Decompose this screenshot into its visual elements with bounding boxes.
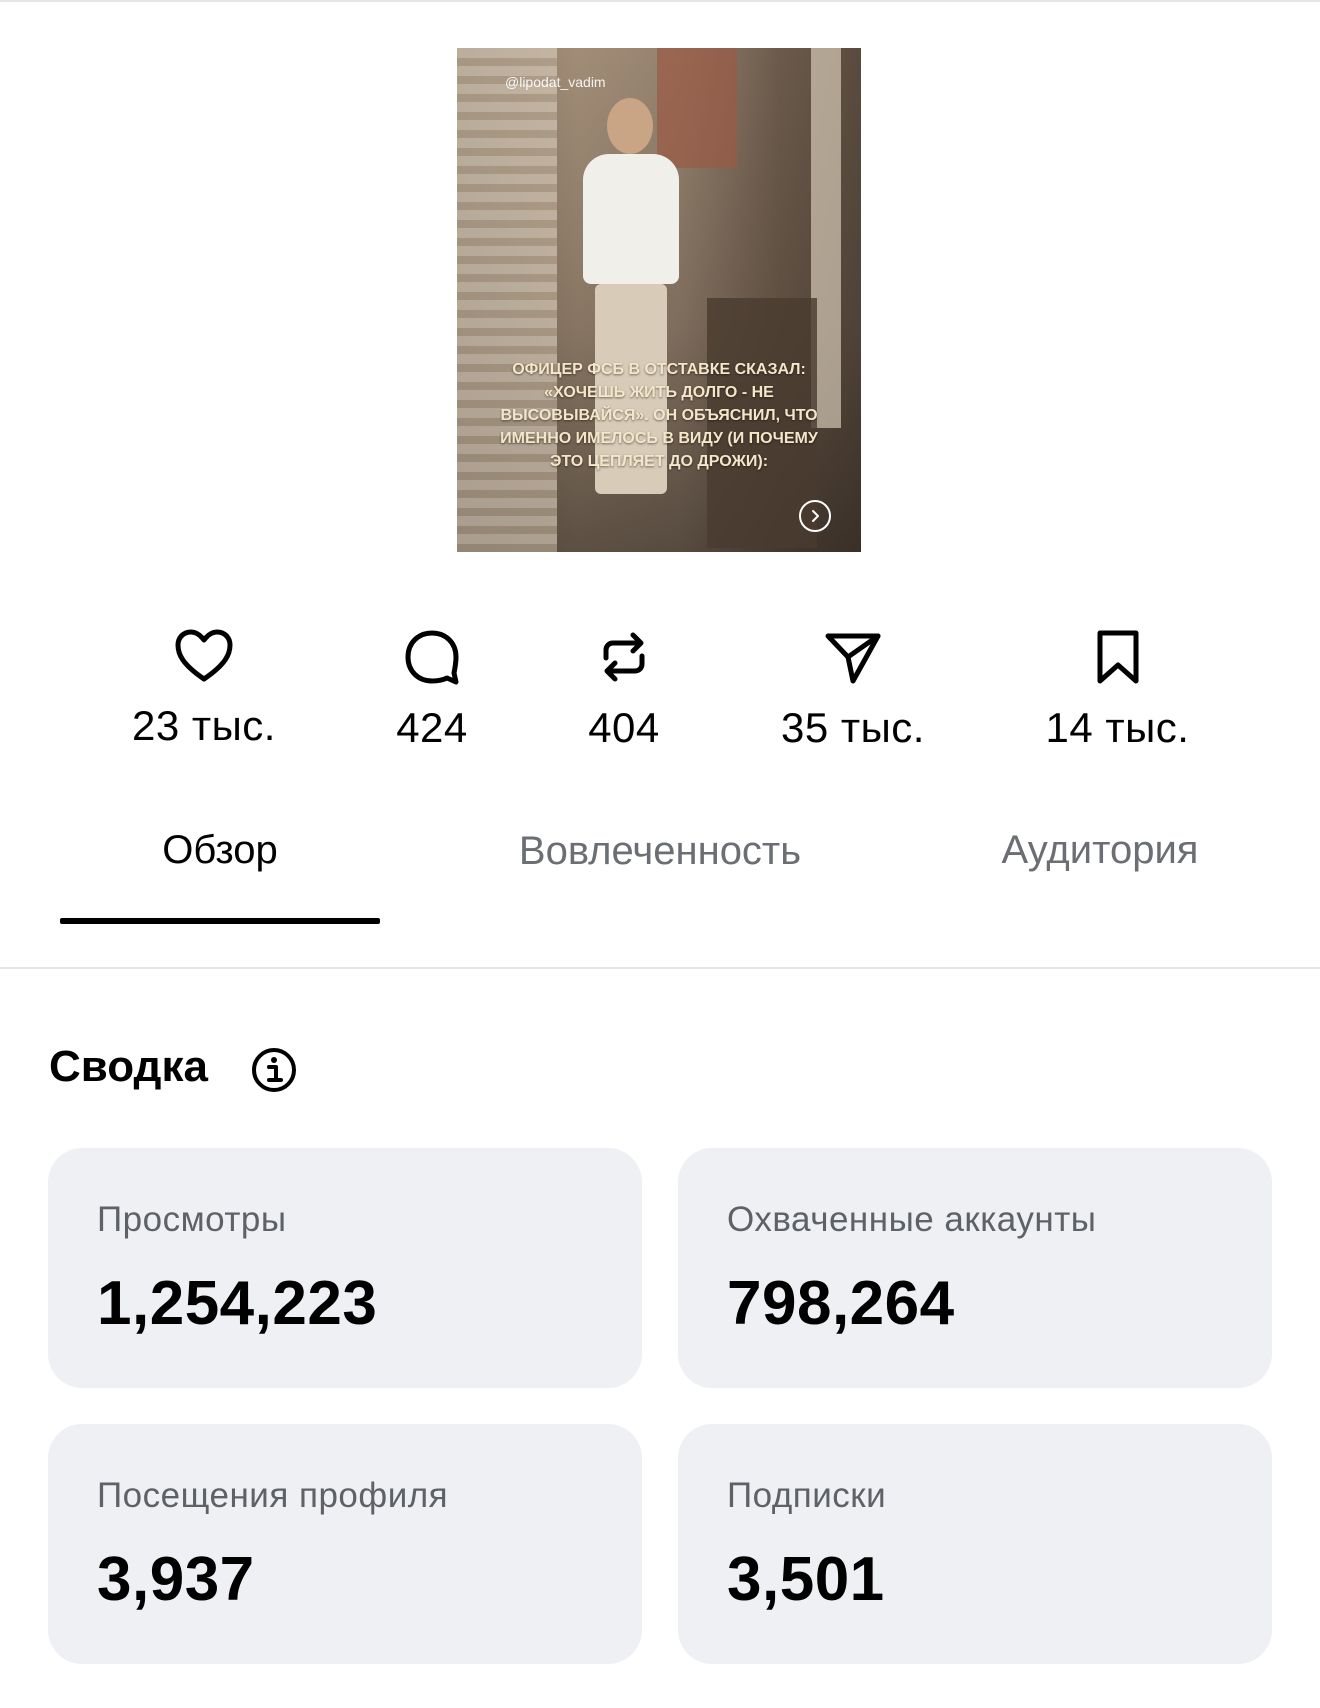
info-icon[interactable] <box>250 1046 298 1094</box>
card-profile-visits-label: Посещения профиля <box>97 1476 449 1515</box>
tab-overview[interactable]: Обзор <box>60 828 380 873</box>
card-reach-label: Охваченные аккаунты <box>727 1200 1097 1239</box>
post-thumbnail[interactable]: @lipodat_vadim Офицер ФСБ в отставке ска… <box>457 48 861 552</box>
tab-audience-label: Аудитория <box>1001 828 1199 872</box>
card-follows-value: 3,501 <box>727 1545 885 1614</box>
card-views-value: 1,254,223 <box>97 1269 378 1338</box>
card-views-label: Просмотры <box>97 1200 287 1239</box>
card-profile-visits-value: 3,937 <box>97 1545 255 1614</box>
share-icon <box>825 633 881 684</box>
post-overlay-text: Офицер ФСБ в отставке сказал: «Хочешь жи… <box>500 361 818 470</box>
tabs-divider <box>0 967 1320 969</box>
stat-reposts-value: 404 <box>588 704 660 751</box>
card-follows[interactable]: Подписки 3,501 <box>678 1424 1272 1664</box>
tab-overview-label: Обзор <box>162 828 278 872</box>
summary-title: Сводка <box>49 1042 208 1091</box>
stat-likes[interactable]: 23 тыс. <box>119 628 289 750</box>
stat-reposts[interactable]: 404 <box>574 628 674 752</box>
card-reach[interactable]: Охваченные аккаунты 798,264 <box>678 1148 1272 1388</box>
tab-audience[interactable]: Аудитория <box>960 828 1240 873</box>
stat-saves-value: 14 тыс. <box>1045 704 1190 751</box>
tab-engagement-label: Вовлеченность <box>518 829 802 873</box>
stat-saves[interactable]: 14 тыс. <box>1030 628 1205 752</box>
card-views[interactable]: Просмотры 1,254,223 <box>48 1148 642 1388</box>
post-handle: @lipodat_vadim <box>505 74 606 90</box>
card-follows-label: Подписки <box>727 1476 887 1515</box>
bookmark-icon <box>1097 630 1138 684</box>
stat-shares-value: 35 тыс. <box>781 704 925 751</box>
active-tab-indicator <box>60 918 380 924</box>
stat-comments[interactable]: 424 <box>382 628 482 752</box>
stat-likes-value: 23 тыс. <box>132 702 276 749</box>
stat-shares[interactable]: 35 тыс. <box>768 628 938 752</box>
thumb-shutter <box>457 48 557 552</box>
repost-icon <box>603 632 645 682</box>
heart-icon <box>175 629 233 682</box>
tab-engagement[interactable]: Вовлеченность <box>505 824 815 878</box>
card-reach-value: 798,264 <box>727 1269 955 1338</box>
carousel-next-icon[interactable] <box>799 500 831 532</box>
comment-icon <box>405 630 459 685</box>
stat-comments-value: 424 <box>396 704 468 751</box>
top-divider <box>0 0 1320 2</box>
card-profile-visits[interactable]: Посещения профиля 3,937 <box>48 1424 642 1664</box>
